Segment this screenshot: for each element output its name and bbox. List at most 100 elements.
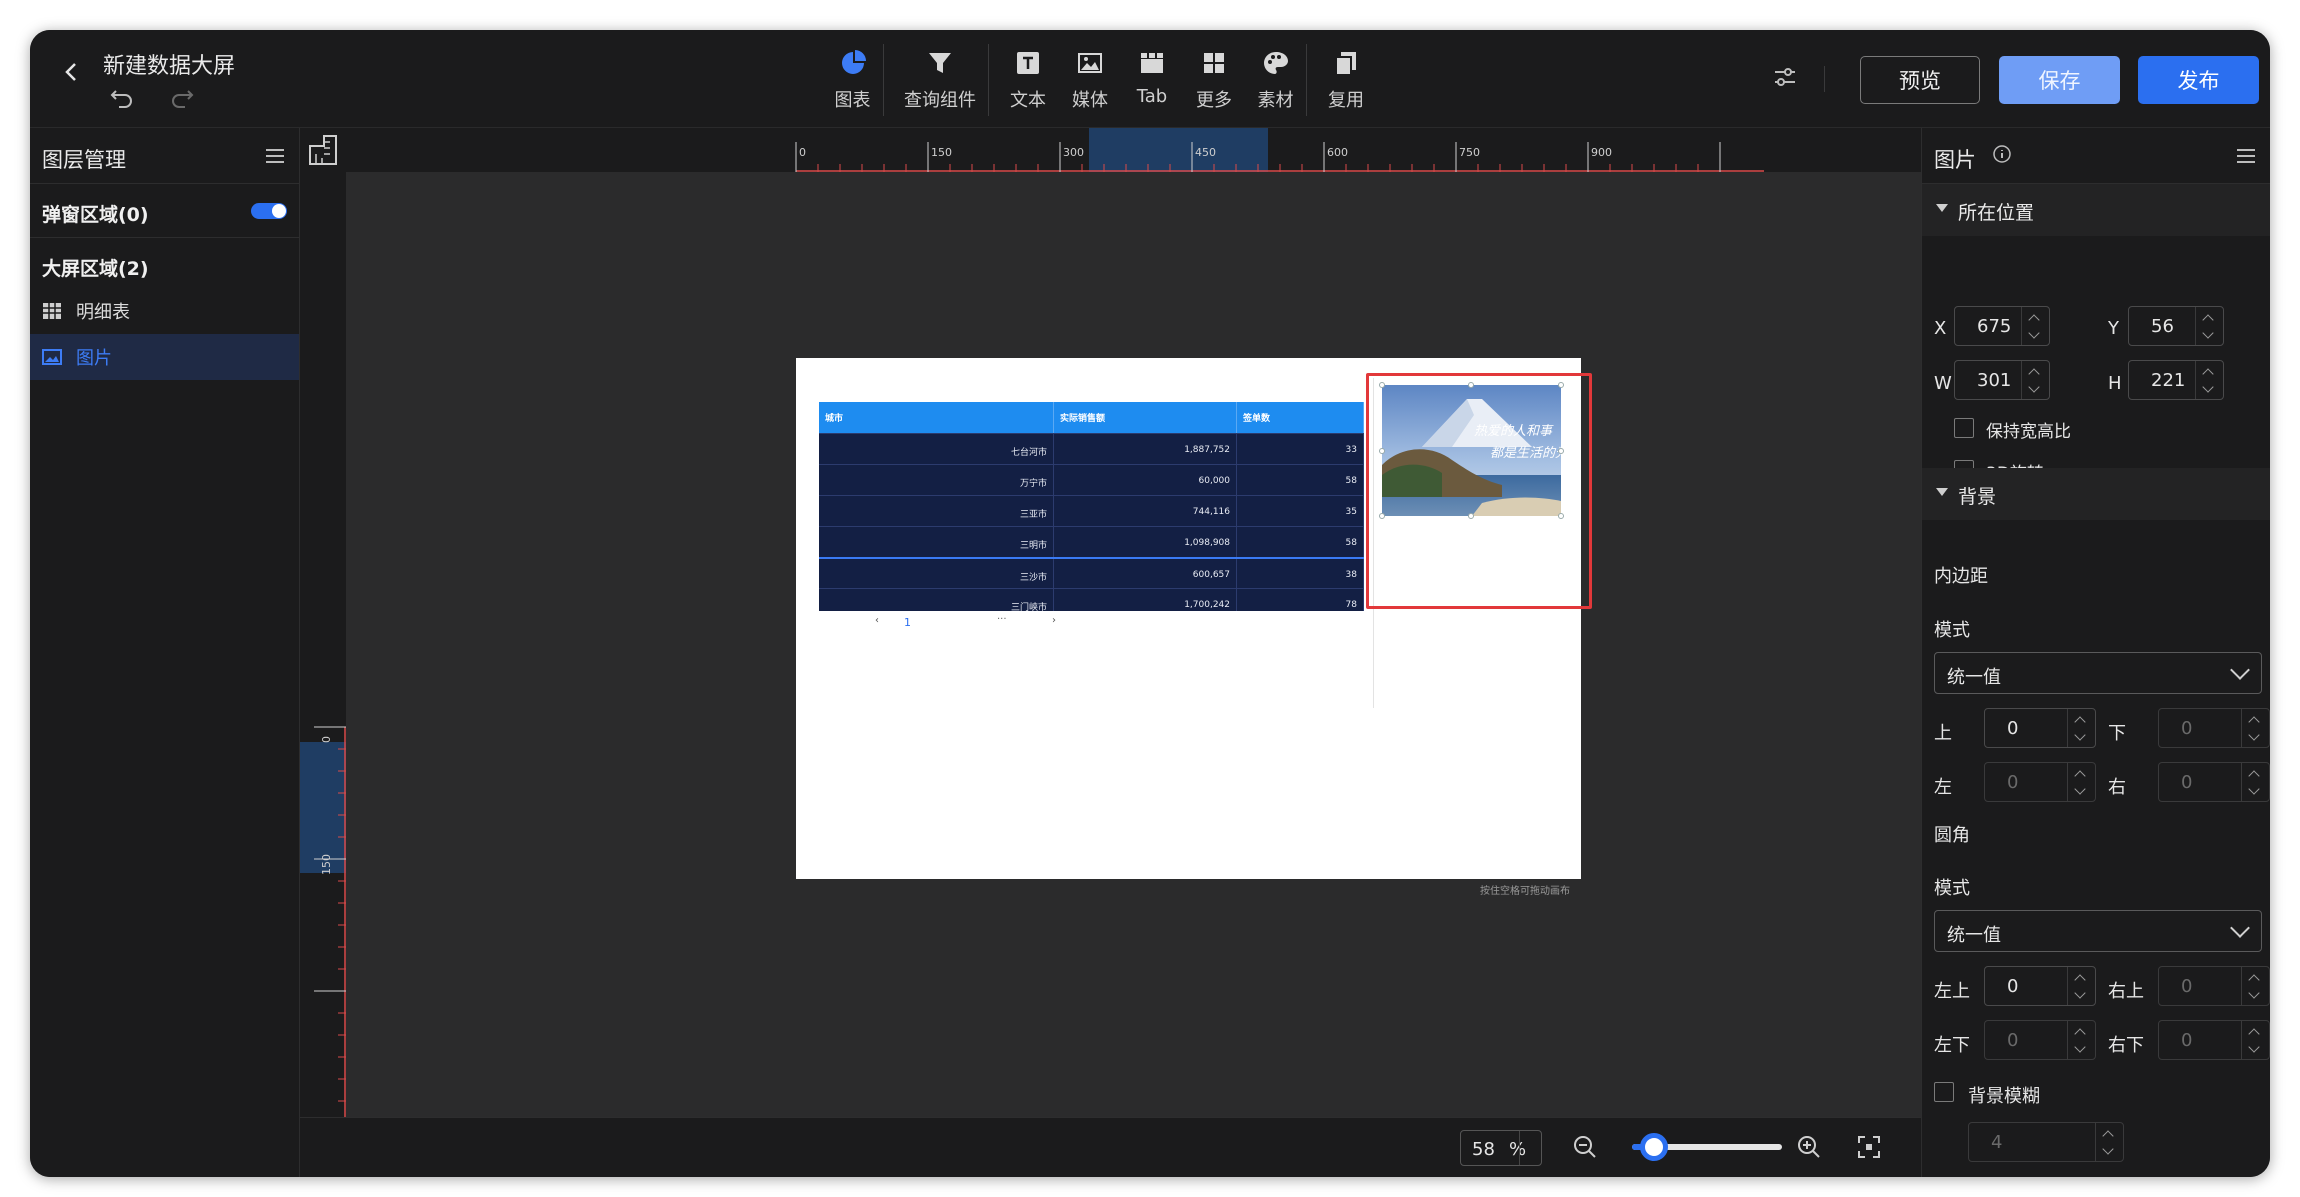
stepper-icon[interactable] — [2241, 709, 2269, 747]
menu-icon[interactable] — [265, 148, 285, 164]
tool-label: 图表 — [834, 90, 871, 111]
stepper-icon[interactable] — [2195, 361, 2223, 399]
table-row: 三沙市 600,657 38 — [819, 557, 1364, 588]
stepper-icon[interactable] — [2095, 1123, 2123, 1161]
screen-area-label: 大屏区域(2) — [42, 258, 149, 280]
tool-query[interactable]: 查询组件 — [892, 44, 989, 116]
tool-media[interactable]: 媒体 — [1059, 44, 1121, 116]
resize-handle[interactable] — [1468, 382, 1474, 388]
h-input[interactable]: 221 — [2128, 360, 2224, 400]
tool-reuse[interactable]: 复用 — [1315, 44, 1377, 116]
padding-bottom-input[interactable]: 0 — [2158, 708, 2270, 748]
ruler-tick-label: 900 — [1591, 146, 1612, 159]
padding-top-input[interactable]: 0 — [1984, 708, 2096, 748]
radius-tr-value: 0 — [2181, 976, 2193, 997]
ruler-tick-label: 150 — [931, 146, 952, 159]
padding-left-input[interactable]: 0 — [1984, 762, 2096, 802]
table-cell: 58 — [1237, 527, 1364, 557]
table-pagination: ‹ 1 ··· › — [819, 613, 1364, 633]
zoom-stepper[interactable] — [1519, 1131, 1541, 1165]
radius-tl-input[interactable]: 0 — [1984, 966, 2096, 1006]
image-icon — [42, 349, 62, 365]
table-cell: 1,887,752 — [1054, 434, 1237, 464]
resize-handle[interactable] — [1379, 513, 1385, 519]
blur-checkbox[interactable] — [1934, 1082, 1954, 1102]
stepper-icon[interactable] — [2195, 307, 2223, 345]
text-icon — [1017, 52, 1039, 74]
stepper-icon[interactable] — [2067, 1021, 2095, 1059]
w-label: W — [1934, 373, 1952, 394]
copy-icon — [1335, 52, 1356, 76]
page-ellipsis[interactable]: ··· — [997, 614, 1007, 625]
stepper-icon[interactable] — [2241, 763, 2269, 801]
background-section-header[interactable]: 背景 — [1922, 468, 2270, 520]
undo-icon[interactable] — [108, 82, 138, 112]
image-component[interactable]: 热爱的人和事 都是生活的光 — [1382, 385, 1561, 516]
zoom-slider-handle[interactable] — [1640, 1133, 1668, 1161]
tool-text[interactable]: 文本 — [997, 44, 1059, 116]
w-input[interactable]: 301 — [1954, 360, 2050, 400]
resize-handle[interactable] — [1379, 382, 1385, 388]
stepper-icon[interactable] — [2241, 967, 2269, 1005]
layer-item-table[interactable]: 明细表 — [30, 288, 299, 334]
keep-ratio-checkbox[interactable] — [1954, 418, 1974, 438]
resize-handle[interactable] — [1468, 513, 1474, 519]
canvas-area[interactable]: 0 150 300 450 600 750 900 0 150 城市 实际销售额 签单数 七台… — [300, 128, 1921, 1177]
resize-handle[interactable] — [1379, 448, 1385, 454]
padding-right-input[interactable]: 0 — [2158, 762, 2270, 802]
popup-area-toggle[interactable] — [251, 203, 287, 219]
radius-tr-input[interactable]: 0 — [2158, 966, 2270, 1006]
zoom-input[interactable]: 58 % — [1460, 1130, 1542, 1166]
tool-chart[interactable]: 图表 — [822, 44, 884, 116]
blur-input[interactable]: 4 — [1968, 1122, 2124, 1162]
ruler-corner-icon[interactable] — [300, 128, 346, 172]
radius-br-input[interactable]: 0 — [2158, 1020, 2270, 1060]
info-icon[interactable] — [1992, 144, 2012, 164]
zoom-out-icon[interactable] — [1572, 1134, 1598, 1160]
resize-handle[interactable] — [1558, 448, 1564, 454]
tool-material[interactable]: 素材 — [1245, 44, 1307, 116]
position-section-header[interactable]: 所在位置 — [1922, 184, 2270, 236]
fit-screen-icon[interactable] — [1856, 1134, 1882, 1160]
radius-mode-select[interactable]: 统一值 — [1934, 910, 2262, 952]
table-cell: 744,116 — [1054, 496, 1237, 526]
x-input[interactable]: 675 — [1954, 306, 2050, 346]
zoom-slider[interactable] — [1632, 1133, 1782, 1161]
tool-more[interactable]: 更多 — [1183, 44, 1245, 116]
next-page-icon[interactable]: › — [1052, 615, 1056, 626]
filter-icon — [929, 53, 951, 73]
select-value: 统一值 — [1947, 925, 2001, 946]
page-number[interactable]: 1 — [904, 616, 911, 629]
x-label: X — [1934, 318, 1947, 339]
padding-label: 内边距 — [1934, 566, 1988, 587]
prev-page-icon[interactable]: ‹ — [875, 615, 879, 626]
menu-icon[interactable] — [2236, 148, 2256, 164]
detail-table[interactable]: 城市 实际销售额 签单数 七台河市 1,887,752 33 万宁市 60,00… — [819, 402, 1364, 611]
settings-sliders-icon[interactable] — [1770, 62, 1800, 92]
back-icon[interactable] — [52, 52, 92, 92]
vertical-ruler[interactable]: 0 150 — [300, 172, 346, 1117]
preview-button[interactable]: 预览 — [1860, 56, 1980, 104]
stepper-icon[interactable] — [2021, 307, 2049, 345]
padding-mode-select[interactable]: 统一值 — [1934, 652, 2262, 694]
stepper-icon[interactable] — [2067, 709, 2095, 747]
redo-icon[interactable] — [166, 82, 196, 112]
zoom-in-icon[interactable] — [1796, 1134, 1822, 1160]
resize-handle[interactable] — [1558, 382, 1564, 388]
tab-icon — [1141, 53, 1163, 73]
horizontal-ruler[interactable]: 0 150 300 450 600 750 900 — [346, 128, 1921, 172]
publish-button[interactable]: 发布 — [2138, 56, 2259, 104]
top-bar: 新建数据大屏 图表 查询组件 文本 媒体 Tab 更多 素材 复用 预览 保存 … — [30, 30, 2270, 128]
ruler-tick-label: 300 — [1063, 146, 1084, 159]
tool-tab[interactable]: Tab — [1121, 44, 1183, 116]
section-title: 所在位置 — [1958, 202, 2035, 224]
stepper-icon[interactable] — [2021, 361, 2049, 399]
layer-item-image[interactable]: 图片 — [30, 334, 299, 380]
stepper-icon[interactable] — [2067, 763, 2095, 801]
stepper-icon[interactable] — [2067, 967, 2095, 1005]
resize-handle[interactable] — [1558, 513, 1564, 519]
y-input[interactable]: 56 — [2128, 306, 2224, 346]
radius-bl-input[interactable]: 0 — [1984, 1020, 2096, 1060]
save-button[interactable]: 保存 — [1999, 56, 2120, 104]
stepper-icon[interactable] — [2241, 1021, 2269, 1059]
